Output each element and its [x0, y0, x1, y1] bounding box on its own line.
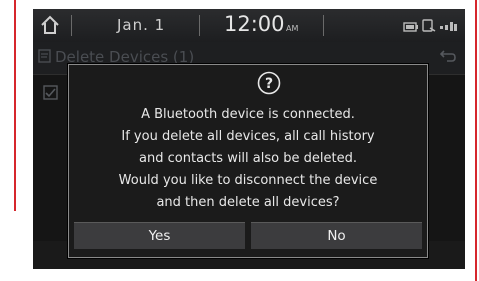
status-bar: Jan. 1 12:00 AM [33, 9, 465, 42]
dialog-message-line: If you delete all devices, all call hist… [121, 129, 375, 144]
svg-text:?: ? [265, 76, 273, 92]
home-icon[interactable] [39, 14, 61, 36]
battery-icon [403, 18, 419, 37]
device-checkbox[interactable] [43, 85, 59, 105]
no-button[interactable]: No [251, 222, 422, 249]
back-arrow-icon[interactable] [439, 48, 457, 68]
status-separator [199, 15, 200, 36]
dialog-message-line: A Bluetooth device is connected. [141, 107, 355, 122]
status-time: 12:00 [224, 12, 285, 36]
frame-line-right [475, 0, 477, 281]
phone-sync-icon [422, 18, 436, 37]
yes-button[interactable]: Yes [74, 222, 245, 249]
frame-line-left [14, 0, 16, 211]
dialog-message-line: Would you like to disconnect the device [118, 173, 378, 188]
status-separator [71, 15, 72, 36]
confirm-dialog: ? A Bluetooth device is connected. If yo… [68, 64, 428, 258]
dialog-message-line: and contacts will also be deleted. [139, 151, 357, 166]
status-ampm: AM [286, 24, 299, 33]
signal-icon [440, 18, 458, 37]
question-icon: ? [257, 71, 281, 95]
car-infotainment-screen: Jan. 1 12:00 AM Delete Devices (1) ? A B… [33, 9, 465, 269]
dialog-message: A Bluetooth device is connected. If you … [69, 104, 427, 214]
dialog-message-line: and then delete all devices? [156, 195, 340, 210]
status-date: Jan. 1 [117, 16, 166, 34]
status-separator [323, 15, 324, 36]
edit-list-icon [38, 48, 54, 68]
